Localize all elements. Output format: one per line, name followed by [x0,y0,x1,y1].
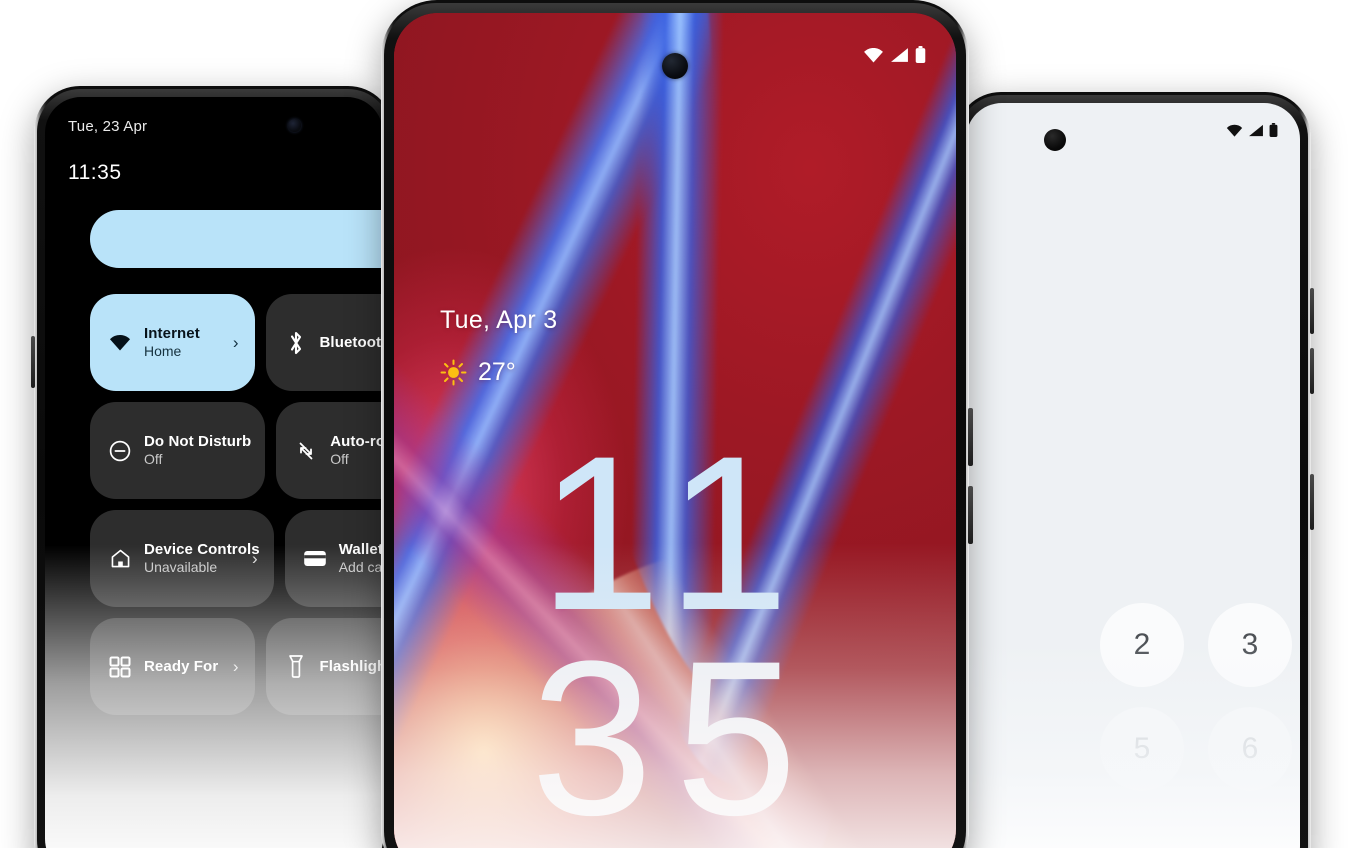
tile-label: Do Not Disturb [144,432,252,450]
volume-button[interactable] [968,408,973,466]
keypad-screen: 1 2 3 4 5 6 [966,103,1300,848]
lockscreen-date: Tue, Apr 3 [440,306,558,334]
brightness-slider[interactable] [90,210,383,268]
tile-label: Bluetooth [319,333,384,351]
status-bar [1226,123,1278,137]
chevron-right-icon[interactable]: › [233,333,239,353]
tile-label: Internet [144,324,200,342]
dnd-icon [104,439,136,463]
volume-button[interactable] [31,336,35,388]
volume-up-button[interactable] [1310,288,1314,334]
lockscreen-weather: 27° [440,358,516,387]
status-date: Tue, 23 Apr [68,118,148,135]
tile-label: Device Controls [144,540,260,558]
lock-screen: 11 35 Tue, Apr 3 [394,13,956,848]
bottom-fade-overlay [394,543,956,848]
phone-screen: Tue, 23 Apr 11:35 Internet Home › Blueto… [45,97,383,848]
tile-do-not-disturb[interactable]: Do Not Disturb Off [90,402,266,499]
tile-sublabel: Off [330,450,349,467]
tile-sublabel: Add card [338,558,383,575]
battery-icon [915,46,926,63]
wifi-icon [104,334,136,351]
tile-row: Do Not Disturb Off Auto-rotate Off [90,402,383,499]
phone-right-keypad: 1 2 3 4 5 6 [955,92,1314,848]
tile-sublabel: Unavailable [144,558,218,575]
clock-label: 11:35 [68,161,122,184]
tile-label: Ready For [144,657,219,675]
front-camera-icon [1044,129,1066,151]
chevron-right-icon[interactable]: › [252,549,258,569]
tile-row: Ready For › Flashlight Off [90,618,383,715]
signal-icon [1248,124,1264,137]
tile-bluetooth[interactable]: Bluetooth Off [265,294,384,391]
phone-left-quick-settings: Tue, 23 Apr 11:35 Internet Home › Blueto… [31,86,394,848]
wifi-icon [1226,124,1243,137]
tile-label: Auto-rotate [330,432,383,450]
tile-flashlight[interactable]: Flashlight Off [265,618,384,715]
signal-icon [890,47,909,63]
tile-auto-rotate[interactable]: Auto-rotate Off [276,402,383,499]
power-button[interactable] [1310,474,1314,530]
quick-settings-tiles: Internet Home › Bluetooth Off [90,294,383,726]
tile-row: Internet Home › Bluetooth Off [90,294,383,391]
wifi-icon [863,47,884,63]
phone-screen: 11 35 Tue, Apr 3 [394,13,956,848]
bottom-fade-overlay [966,641,1300,848]
tile-label: Wallet [338,540,383,558]
tile-label: Flashlight [319,657,384,675]
front-camera-icon [662,53,688,79]
status-bar [863,46,926,63]
quick-settings-panel: Tue, 23 Apr 11:35 Internet Home › Blueto… [45,97,383,848]
volume-down-button[interactable] [1310,348,1314,394]
phone-screen: 1 2 3 4 5 6 [966,103,1300,848]
tile-row: Device Controls Unavailable › Wallet Add… [90,510,383,607]
auto-rotate-icon [290,439,322,463]
temperature-label: 27° [478,358,516,386]
bluetooth-icon [280,330,312,356]
grid-icon [104,656,136,678]
tile-sublabel: Home [144,342,182,359]
sun-icon [440,359,467,386]
tile-device-controls[interactable]: Device Controls Unavailable › [90,510,274,607]
flashlight-icon [280,654,312,679]
tile-sublabel: Off [144,450,163,467]
scene: Tue, 23 Apr 11:35 Internet Home › Blueto… [0,0,1348,848]
chevron-right-icon[interactable]: › [233,657,239,677]
tile-internet[interactable]: Internet Home › [90,294,255,391]
phone-center-lockscreen: 11 35 Tue, Apr 3 [381,0,973,848]
power-button[interactable] [968,486,973,544]
home-icon [104,547,136,570]
tile-ready-for[interactable]: Ready For › [90,618,255,715]
tile-wallet[interactable]: Wallet Add card [284,510,383,607]
battery-icon [1269,123,1278,137]
front-camera-icon [288,119,301,132]
wallet-icon [299,549,331,568]
